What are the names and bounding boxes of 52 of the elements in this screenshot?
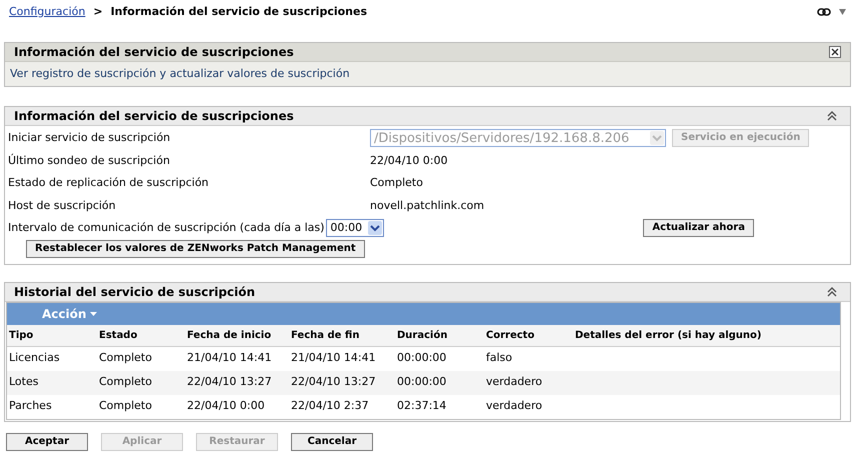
dropdown-icon[interactable]: [368, 221, 382, 236]
button[interactable]: Aceptar: [6, 432, 88, 450]
caret-icon: [90, 312, 98, 316]
field-label: Iniciar servicio de suscripción: [8, 130, 172, 146]
panel-title: Información del servicio de suscripciones: [14, 108, 294, 125]
column-header: Duración: [397, 330, 448, 341]
field-label: Estado de replicación de suscripción: [8, 175, 210, 191]
table-cell: 02:37:14: [397, 399, 446, 412]
button[interactable]: Cancelar: [291, 432, 373, 450]
panel-title: Información del servicio de suscripciones: [14, 44, 294, 61]
table-cell: Licencias: [9, 351, 60, 364]
table-cell: 22/04/10 13:27: [291, 375, 376, 388]
table-cell: 22/04/10 0:00: [187, 399, 265, 412]
table-cell: Parches: [9, 399, 52, 412]
select-field[interactable]: 00:00: [326, 219, 384, 238]
column-header: Estado: [99, 330, 138, 341]
button[interactable]: Actualizar ahora: [643, 219, 754, 238]
page-title: Información del servicio de suscripciones: [110, 4, 367, 20]
dropdown-icon[interactable]: [839, 9, 846, 15]
collapse-icon[interactable]: [827, 286, 837, 296]
field-value: Completo: [370, 175, 423, 191]
field-label: Host de suscripción: [8, 198, 117, 214]
table-cell: 00:00:00: [397, 351, 446, 364]
link-icon[interactable]: [817, 8, 831, 16]
button[interactable]: Restablecer los valores de ZENworks Patch Management: [26, 240, 365, 258]
close-icon[interactable]: [829, 46, 841, 58]
table-cell: 21/04/10 14:41: [187, 351, 272, 364]
column-header: Detalles del error (si hay alguno): [575, 330, 762, 341]
table-cell: 22/04/10 2:37: [291, 399, 369, 412]
field-value: novell.patchlink.com: [370, 198, 484, 214]
table-cell: Completo: [99, 375, 152, 388]
table-cell: falso: [486, 351, 512, 364]
collapse-icon[interactable]: [827, 111, 837, 121]
column-header: Fecha de inicio: [187, 330, 272, 341]
field-label: Intervalo de comunicación de suscripción (cada día a las): [8, 220, 324, 236]
field-value: 22/04/10 0:00: [370, 152, 448, 168]
table-cell: 21/04/10 14:41: [291, 351, 376, 364]
column-header: Tipo: [9, 330, 34, 341]
table-cell: Completo: [99, 351, 152, 364]
column-header: Fecha de fin: [291, 330, 360, 341]
table-cell: verdadero: [486, 399, 542, 412]
table-cell: verdadero: [486, 375, 542, 388]
column-header: Correcto: [486, 330, 534, 341]
field-label: Último sondeo de suscripción: [8, 152, 171, 168]
panel-description: Ver registro de suscripción y actualizar valores de suscripción: [10, 66, 350, 82]
panel-title: Historial del servicio de suscripción: [14, 284, 255, 300]
table-cell: Lotes: [9, 375, 38, 388]
table-cell: Completo: [99, 399, 152, 412]
table-cell: 00:00:00: [397, 375, 446, 388]
table-cell: 22/04/10 13:27: [187, 375, 272, 388]
breadcrumb-link[interactable]: Configuración: [9, 4, 86, 20]
breadcrumb-separator: >: [93, 4, 103, 20]
